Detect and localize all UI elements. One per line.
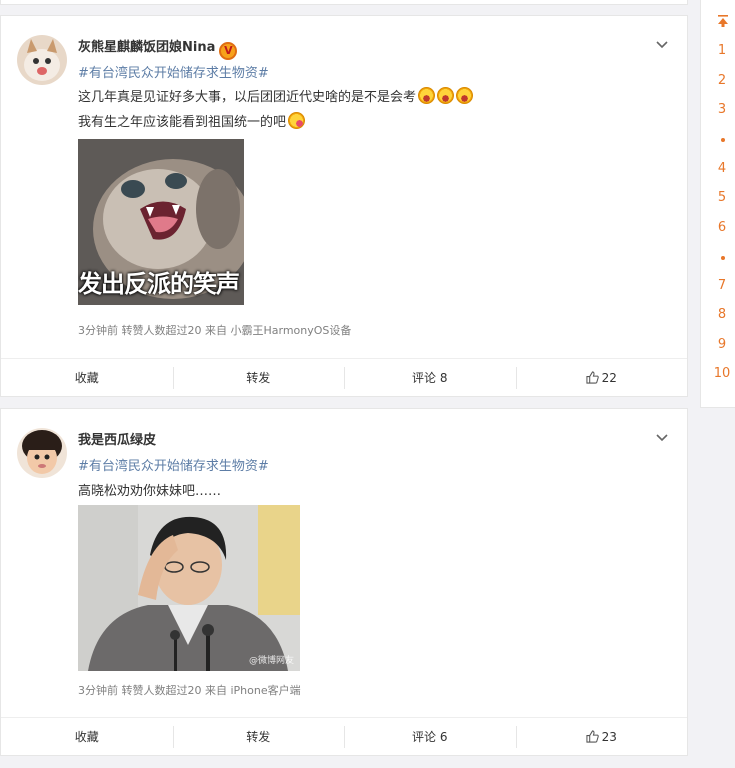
post-image-cat[interactable]: 发出反派的笑声: [78, 139, 244, 305]
thumbs-up-icon: [586, 371, 599, 384]
comment-button[interactable]: 评论 6: [344, 718, 516, 755]
post-text: 我有生之年应该能看到祖国统一的吧: [78, 115, 287, 130]
laugh-emoji-icon: [456, 87, 474, 104]
post-image-person[interactable]: @微博网友: [78, 505, 300, 671]
nav-item-3[interactable]: 3: [701, 102, 735, 117]
thumbs-up-icon: [586, 730, 599, 743]
chevron-down-icon[interactable]: [655, 38, 669, 52]
repost-label: 转发: [246, 371, 271, 385]
action-bar: 收藏 转发 评论 6 23: [1, 717, 687, 755]
action-bar: 收藏 转发 评论 8 22: [1, 358, 687, 396]
username-text[interactable]: 灰熊星麒麟饭团娘Nina: [78, 40, 215, 55]
post-text: 高晓松劝劝你妹妹吧……: [78, 484, 222, 499]
post-text-line: 高晓松劝劝你妹妹吧……: [78, 480, 221, 499]
post-text-line: 我有生之年应该能看到祖国统一的吧: [78, 111, 306, 130]
post-text-line: 这几年真是见证好多大事，以后团团近代史啥的是不是会考: [78, 86, 474, 105]
favorite-label: 收藏: [74, 730, 99, 744]
kiss-emoji-icon: [288, 112, 306, 129]
laugh-emoji-icon: [437, 87, 455, 104]
username[interactable]: 我是西瓜绿皮: [78, 429, 156, 448]
nav-item-2[interactable]: 2: [701, 73, 735, 88]
nav-item-7[interactable]: 7: [701, 278, 735, 293]
previous-card-edge: [0, 0, 688, 5]
nav-item-6[interactable]: 6: [701, 220, 735, 235]
username[interactable]: 灰熊星麒麟饭团娘Nina V: [78, 36, 238, 60]
image-caption: 发出反派的笑声: [78, 270, 240, 298]
nav-item-10[interactable]: 10: [701, 366, 735, 381]
like-count: 22: [601, 370, 617, 385]
nav-item-8[interactable]: 8: [701, 307, 735, 322]
avatar[interactable]: [17, 35, 67, 85]
nav-separator-dot: [721, 256, 725, 260]
post-meta: 3分钟前 转赞人数超过20 来自 iPhone客户端: [78, 684, 301, 697]
verified-badge-icon: V: [219, 42, 238, 60]
comment-label: 评论 8: [412, 371, 448, 385]
chevron-down-icon[interactable]: [655, 431, 669, 445]
post-text: 这几年真是见证好多大事，以后团团近代史啥的是不是会考: [78, 90, 417, 105]
image-watermark: @微博网友: [248, 656, 294, 666]
repost-label: 转发: [246, 730, 271, 744]
comment-button[interactable]: 评论 8: [344, 359, 516, 396]
favorite-button[interactable]: 收藏: [1, 359, 173, 396]
like-button[interactable]: 23: [515, 718, 688, 755]
side-page-nav: 1 2 3 4 5 6 7 8 9 10: [700, 0, 735, 408]
like-button[interactable]: 22: [515, 359, 688, 396]
feed-card: 灰熊星麒麟饭团娘Nina V #有台湾民众开始储存求生物资# 这几年真是见证好多大…: [0, 15, 688, 397]
nav-item-1[interactable]: 1: [701, 43, 735, 58]
feed-card: 我是西瓜绿皮 #有台湾民众开始储存求生物资# 高晓松劝劝你妹妹吧…… @微博网友…: [0, 408, 688, 756]
repost-button[interactable]: 转发: [172, 359, 345, 396]
like-count: 23: [601, 729, 617, 744]
nav-separator-dot: [721, 138, 725, 142]
favorite-label: 收藏: [74, 371, 99, 385]
nav-item-5[interactable]: 5: [701, 190, 735, 205]
laugh-emoji-icon: [418, 87, 436, 104]
repost-button[interactable]: 转发: [172, 718, 345, 755]
avatar[interactable]: [17, 428, 67, 478]
back-to-top-icon[interactable]: [716, 14, 730, 28]
hashtag-link[interactable]: #有台湾民众开始储存求生物资#: [78, 62, 269, 81]
nav-item-9[interactable]: 9: [701, 337, 735, 352]
hashtag-link[interactable]: #有台湾民众开始储存求生物资#: [78, 455, 269, 474]
favorite-button[interactable]: 收藏: [1, 718, 173, 755]
username-text[interactable]: 我是西瓜绿皮: [78, 433, 156, 448]
comment-label: 评论 6: [412, 730, 448, 744]
post-meta: 3分钟前 转赞人数超过20 来自 小霸王HarmonyOS设备: [78, 324, 352, 337]
nav-item-4[interactable]: 4: [701, 161, 735, 176]
